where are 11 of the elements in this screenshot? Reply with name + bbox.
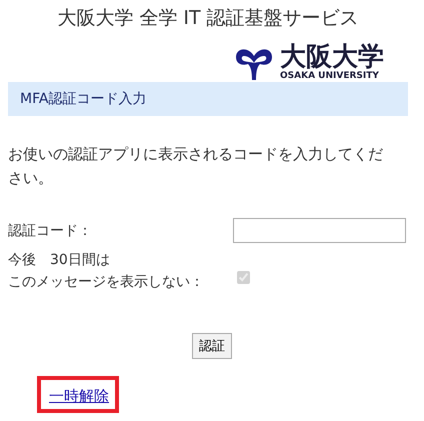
logo-name: 大阪大学	[280, 44, 384, 70]
code-label: 認証コード：	[8, 222, 93, 241]
remember-label: このメッセージを表示しない：	[8, 273, 205, 292]
verify-button[interactable]: 認証	[192, 333, 232, 359]
section-header: MFA認証コード入力	[8, 82, 408, 116]
page-title: 大阪大学 全学 IT 認証基盤サービス	[56, 6, 360, 30]
suspend-link[interactable]: 一時解除	[49, 387, 109, 405]
code-input-field[interactable]	[233, 218, 406, 243]
remember-label: 今後 30日間は	[8, 251, 111, 270]
logo-subtitle: OSAKA UNIVERSITY	[280, 72, 380, 80]
instructions: お使いの認証アプリに表示されるコードを入力してください。	[8, 144, 384, 189]
